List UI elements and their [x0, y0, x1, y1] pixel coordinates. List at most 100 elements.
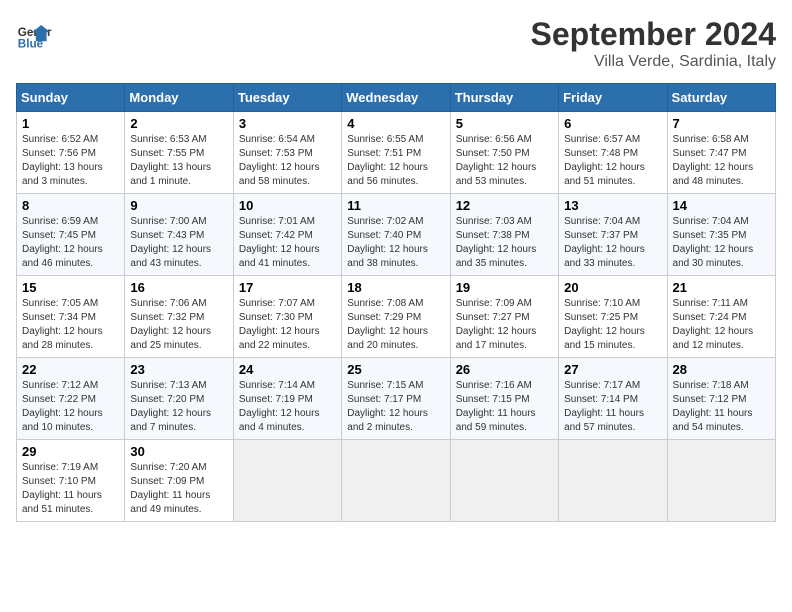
calendar-day-cell: 16 Sunrise: 7:06 AMSunset: 7:32 PMDaylig…	[125, 276, 233, 358]
calendar-day-cell: 4 Sunrise: 6:55 AMSunset: 7:51 PMDayligh…	[342, 112, 450, 194]
day-number: 16	[130, 280, 227, 295]
day-detail: Sunrise: 6:56 AMSunset: 7:50 PMDaylight:…	[456, 134, 537, 187]
calendar-week-row: 22 Sunrise: 7:12 AMSunset: 7:22 PMDaylig…	[17, 358, 776, 440]
day-number: 1	[22, 116, 119, 131]
calendar-day-cell: 7 Sunrise: 6:58 AMSunset: 7:47 PMDayligh…	[667, 112, 775, 194]
day-detail: Sunrise: 7:03 AMSunset: 7:38 PMDaylight:…	[456, 216, 537, 269]
day-detail: Sunrise: 7:17 AMSunset: 7:14 PMDaylight:…	[564, 380, 644, 433]
day-number: 9	[130, 198, 227, 213]
calendar-day-cell: 6 Sunrise: 6:57 AMSunset: 7:48 PMDayligh…	[559, 112, 667, 194]
day-of-week-header: Friday	[559, 84, 667, 112]
calendar-day-cell: 3 Sunrise: 6:54 AMSunset: 7:53 PMDayligh…	[233, 112, 341, 194]
header: General Blue September 2024 Villa Verde,…	[16, 16, 776, 71]
day-detail: Sunrise: 6:54 AMSunset: 7:53 PMDaylight:…	[239, 134, 320, 187]
calendar-week-row: 29 Sunrise: 7:19 AMSunset: 7:10 PMDaylig…	[17, 440, 776, 522]
calendar-table: SundayMondayTuesdayWednesdayThursdayFrid…	[16, 83, 776, 522]
calendar-week-row: 1 Sunrise: 6:52 AMSunset: 7:56 PMDayligh…	[17, 112, 776, 194]
calendar-day-cell: 17 Sunrise: 7:07 AMSunset: 7:30 PMDaylig…	[233, 276, 341, 358]
day-of-week-header: Thursday	[450, 84, 558, 112]
calendar-day-cell: 5 Sunrise: 6:56 AMSunset: 7:50 PMDayligh…	[450, 112, 558, 194]
calendar-day-cell: 21 Sunrise: 7:11 AMSunset: 7:24 PMDaylig…	[667, 276, 775, 358]
day-detail: Sunrise: 7:06 AMSunset: 7:32 PMDaylight:…	[130, 298, 211, 351]
day-detail: Sunrise: 7:15 AMSunset: 7:17 PMDaylight:…	[347, 380, 428, 433]
calendar-day-cell: 28 Sunrise: 7:18 AMSunset: 7:12 PMDaylig…	[667, 358, 775, 440]
day-number: 22	[22, 362, 119, 377]
day-number: 10	[239, 198, 336, 213]
location-title: Villa Verde, Sardinia, Italy	[531, 53, 776, 71]
day-detail: Sunrise: 7:07 AMSunset: 7:30 PMDaylight:…	[239, 298, 320, 351]
day-detail: Sunrise: 6:57 AMSunset: 7:48 PMDaylight:…	[564, 134, 645, 187]
calendar-day-cell	[342, 440, 450, 522]
day-detail: Sunrise: 6:55 AMSunset: 7:51 PMDaylight:…	[347, 134, 428, 187]
day-detail: Sunrise: 7:20 AMSunset: 7:09 PMDaylight:…	[130, 462, 210, 515]
day-detail: Sunrise: 6:58 AMSunset: 7:47 PMDaylight:…	[673, 134, 754, 187]
day-detail: Sunrise: 6:59 AMSunset: 7:45 PMDaylight:…	[22, 216, 103, 269]
month-title: September 2024	[531, 16, 776, 53]
day-detail: Sunrise: 7:01 AMSunset: 7:42 PMDaylight:…	[239, 216, 320, 269]
day-number: 2	[130, 116, 227, 131]
day-number: 27	[564, 362, 661, 377]
day-number: 29	[22, 444, 119, 459]
calendar-day-cell: 10 Sunrise: 7:01 AMSunset: 7:42 PMDaylig…	[233, 194, 341, 276]
calendar-day-cell	[233, 440, 341, 522]
logo: General Blue	[16, 16, 52, 52]
day-number: 14	[673, 198, 770, 213]
day-of-week-header: Wednesday	[342, 84, 450, 112]
day-number: 23	[130, 362, 227, 377]
day-detail: Sunrise: 7:14 AMSunset: 7:19 PMDaylight:…	[239, 380, 320, 433]
calendar-day-cell: 30 Sunrise: 7:20 AMSunset: 7:09 PMDaylig…	[125, 440, 233, 522]
day-detail: Sunrise: 6:53 AMSunset: 7:55 PMDaylight:…	[130, 134, 211, 187]
day-number: 17	[239, 280, 336, 295]
day-number: 25	[347, 362, 444, 377]
calendar-day-cell: 8 Sunrise: 6:59 AMSunset: 7:45 PMDayligh…	[17, 194, 125, 276]
day-detail: Sunrise: 7:11 AMSunset: 7:24 PMDaylight:…	[673, 298, 754, 351]
calendar-day-cell: 26 Sunrise: 7:16 AMSunset: 7:15 PMDaylig…	[450, 358, 558, 440]
day-of-week-header: Saturday	[667, 84, 775, 112]
day-of-week-header: Sunday	[17, 84, 125, 112]
calendar-week-row: 15 Sunrise: 7:05 AMSunset: 7:34 PMDaylig…	[17, 276, 776, 358]
calendar-day-cell: 27 Sunrise: 7:17 AMSunset: 7:14 PMDaylig…	[559, 358, 667, 440]
day-detail: Sunrise: 7:13 AMSunset: 7:20 PMDaylight:…	[130, 380, 211, 433]
calendar-day-cell: 22 Sunrise: 7:12 AMSunset: 7:22 PMDaylig…	[17, 358, 125, 440]
day-number: 30	[130, 444, 227, 459]
calendar-day-cell: 18 Sunrise: 7:08 AMSunset: 7:29 PMDaylig…	[342, 276, 450, 358]
day-detail: Sunrise: 7:02 AMSunset: 7:40 PMDaylight:…	[347, 216, 428, 269]
calendar-day-cell: 25 Sunrise: 7:15 AMSunset: 7:17 PMDaylig…	[342, 358, 450, 440]
calendar-day-cell: 29 Sunrise: 7:19 AMSunset: 7:10 PMDaylig…	[17, 440, 125, 522]
day-detail: Sunrise: 7:05 AMSunset: 7:34 PMDaylight:…	[22, 298, 103, 351]
calendar-day-cell: 1 Sunrise: 6:52 AMSunset: 7:56 PMDayligh…	[17, 112, 125, 194]
day-detail: Sunrise: 7:10 AMSunset: 7:25 PMDaylight:…	[564, 298, 645, 351]
day-detail: Sunrise: 7:09 AMSunset: 7:27 PMDaylight:…	[456, 298, 537, 351]
day-number: 18	[347, 280, 444, 295]
day-of-week-header: Monday	[125, 84, 233, 112]
day-detail: Sunrise: 7:12 AMSunset: 7:22 PMDaylight:…	[22, 380, 103, 433]
calendar-day-cell: 11 Sunrise: 7:02 AMSunset: 7:40 PMDaylig…	[342, 194, 450, 276]
day-number: 15	[22, 280, 119, 295]
day-detail: Sunrise: 6:52 AMSunset: 7:56 PMDaylight:…	[22, 134, 103, 187]
day-of-week-header: Tuesday	[233, 84, 341, 112]
day-detail: Sunrise: 7:04 AMSunset: 7:35 PMDaylight:…	[673, 216, 754, 269]
day-detail: Sunrise: 7:16 AMSunset: 7:15 PMDaylight:…	[456, 380, 536, 433]
calendar-day-cell: 20 Sunrise: 7:10 AMSunset: 7:25 PMDaylig…	[559, 276, 667, 358]
day-number: 11	[347, 198, 444, 213]
day-number: 13	[564, 198, 661, 213]
day-number: 6	[564, 116, 661, 131]
day-detail: Sunrise: 7:18 AMSunset: 7:12 PMDaylight:…	[673, 380, 753, 433]
calendar-day-cell: 19 Sunrise: 7:09 AMSunset: 7:27 PMDaylig…	[450, 276, 558, 358]
header-row: SundayMondayTuesdayWednesdayThursdayFrid…	[17, 84, 776, 112]
day-detail: Sunrise: 7:08 AMSunset: 7:29 PMDaylight:…	[347, 298, 428, 351]
day-number: 7	[673, 116, 770, 131]
calendar-day-cell: 23 Sunrise: 7:13 AMSunset: 7:20 PMDaylig…	[125, 358, 233, 440]
calendar-day-cell: 9 Sunrise: 7:00 AMSunset: 7:43 PMDayligh…	[125, 194, 233, 276]
day-number: 3	[239, 116, 336, 131]
day-number: 21	[673, 280, 770, 295]
day-number: 8	[22, 198, 119, 213]
day-number: 20	[564, 280, 661, 295]
day-detail: Sunrise: 7:19 AMSunset: 7:10 PMDaylight:…	[22, 462, 102, 515]
calendar-day-cell	[667, 440, 775, 522]
calendar-week-row: 8 Sunrise: 6:59 AMSunset: 7:45 PMDayligh…	[17, 194, 776, 276]
day-number: 12	[456, 198, 553, 213]
title-area: September 2024 Villa Verde, Sardinia, It…	[531, 16, 776, 71]
logo-icon: General Blue	[16, 16, 52, 52]
calendar-day-cell	[559, 440, 667, 522]
